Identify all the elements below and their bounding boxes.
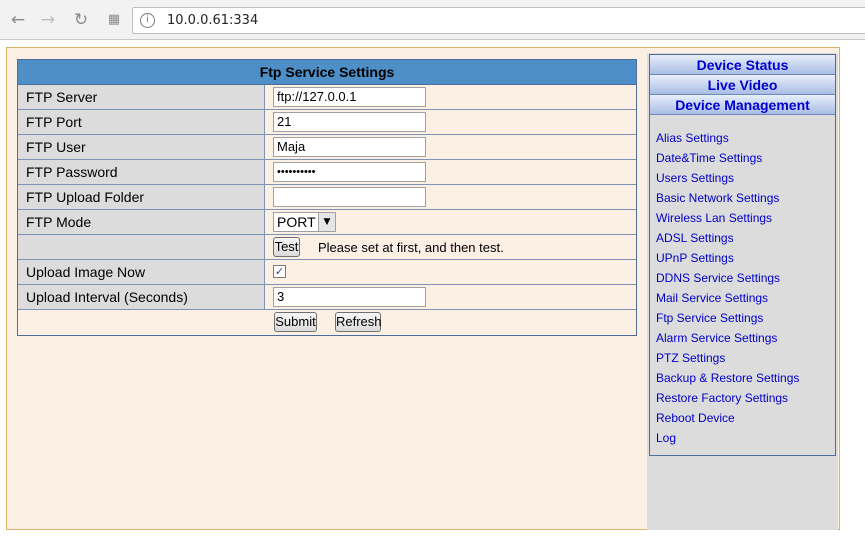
nav-link-log[interactable]: Log (656, 428, 835, 448)
upload-image-now-row: Upload Image Now ✓ (18, 260, 636, 285)
nav-live-video[interactable]: Live Video (650, 75, 835, 95)
nav-link-datetime[interactable]: Date&Time Settings (656, 148, 835, 168)
test-hint: Please set at first, and then test. (318, 240, 504, 255)
ftp-mode-row: FTP Mode PORT ▼ (18, 210, 636, 235)
nav-link-upnp[interactable]: UPnP Settings (656, 248, 835, 268)
ftp-server-label: FTP Server (18, 85, 265, 109)
upload-image-now-checkbox[interactable]: ✓ (273, 265, 286, 278)
nav-link-alias[interactable]: Alias Settings (656, 128, 835, 148)
nav-link-ftp[interactable]: Ftp Service Settings (656, 308, 835, 328)
ftp-mode-value: PORT (277, 214, 316, 230)
refresh-button[interactable]: Refresh (335, 312, 382, 332)
nav-link-alarm[interactable]: Alarm Service Settings (656, 328, 835, 348)
nav-device-status[interactable]: Device Status (650, 55, 835, 75)
ftp-settings-table: Ftp Service Settings FTP Server ftp://12… (17, 59, 637, 336)
reload-icon[interactable]: ↻ (71, 10, 91, 30)
settings-title: Ftp Service Settings (18, 60, 636, 85)
nav-link-wireless-lan[interactable]: Wireless Lan Settings (656, 208, 835, 228)
ftp-test-row: Test Please set at first, and then test. (18, 235, 636, 260)
browser-toolbar: ← → ↻ ▦ i 10.0.0.61:334 (0, 0, 865, 40)
address-text[interactable]: 10.0.0.61:334 (167, 13, 258, 28)
ftp-server-row: FTP Server ftp://127.0.0.1 (18, 85, 636, 110)
ftp-user-label: FTP User (18, 135, 265, 159)
actions-row: Submit Refresh (18, 310, 636, 335)
ftp-user-input[interactable]: Maja (273, 137, 426, 157)
ftp-upload-folder-row: FTP Upload Folder (18, 185, 636, 210)
ftp-server-input[interactable]: ftp://127.0.0.1 (273, 87, 426, 107)
ftp-port-input[interactable]: 21 (273, 112, 426, 132)
ftp-user-row: FTP User Maja (18, 135, 636, 160)
chevron-down-icon[interactable]: ▼ (318, 213, 335, 231)
ftp-password-row: FTP Password •••••••••• (18, 160, 636, 185)
page-info-icon[interactable]: i (140, 13, 155, 28)
back-arrow-icon[interactable]: ← (8, 10, 28, 30)
test-button[interactable]: Test (273, 237, 300, 257)
submit-button[interactable]: Submit (274, 312, 317, 332)
nav-link-mail[interactable]: Mail Service Settings (656, 288, 835, 308)
nav-link-users[interactable]: Users Settings (656, 168, 835, 188)
nav-device-management[interactable]: Device Management (650, 95, 835, 115)
upload-interval-label: Upload Interval (Seconds) (18, 285, 265, 309)
nav-link-basic-network[interactable]: Basic Network Settings (656, 188, 835, 208)
side-navigation: Device Status Live Video Device Manageme… (647, 53, 838, 530)
nav-link-adsl[interactable]: ADSL Settings (656, 228, 835, 248)
nav-link-ptz[interactable]: PTZ Settings (656, 348, 835, 368)
nav-link-ddns[interactable]: DDNS Service Settings (656, 268, 835, 288)
ftp-port-row: FTP Port 21 (18, 110, 636, 135)
nav-link-reboot[interactable]: Reboot Device (656, 408, 835, 428)
forward-arrow-icon[interactable]: → (38, 10, 58, 30)
ftp-upload-folder-input[interactable] (273, 187, 426, 207)
ftp-mode-label: FTP Mode (18, 210, 265, 234)
nav-links-list: Alias Settings Date&Time Settings Users … (650, 115, 835, 448)
ftp-mode-select[interactable]: PORT ▼ (273, 212, 336, 232)
ftp-password-input[interactable]: •••••••••• (273, 162, 426, 182)
ftp-password-label: FTP Password (18, 160, 265, 184)
apps-grid-icon[interactable]: ▦ (104, 10, 124, 30)
ftp-test-label-cell (18, 235, 265, 259)
nav-box: Device Status Live Video Device Manageme… (649, 54, 836, 456)
ftp-upload-folder-label: FTP Upload Folder (18, 185, 265, 209)
nav-link-restore-factory[interactable]: Restore Factory Settings (656, 388, 835, 408)
ftp-port-label: FTP Port (18, 110, 265, 134)
upload-interval-row: Upload Interval (Seconds) 3 (18, 285, 636, 310)
upload-interval-input[interactable]: 3 (273, 287, 426, 307)
upload-image-now-label: Upload Image Now (18, 260, 265, 284)
nav-link-backup-restore[interactable]: Backup & Restore Settings (656, 368, 835, 388)
address-bar[interactable]: i 10.0.0.61:334 (132, 7, 865, 34)
